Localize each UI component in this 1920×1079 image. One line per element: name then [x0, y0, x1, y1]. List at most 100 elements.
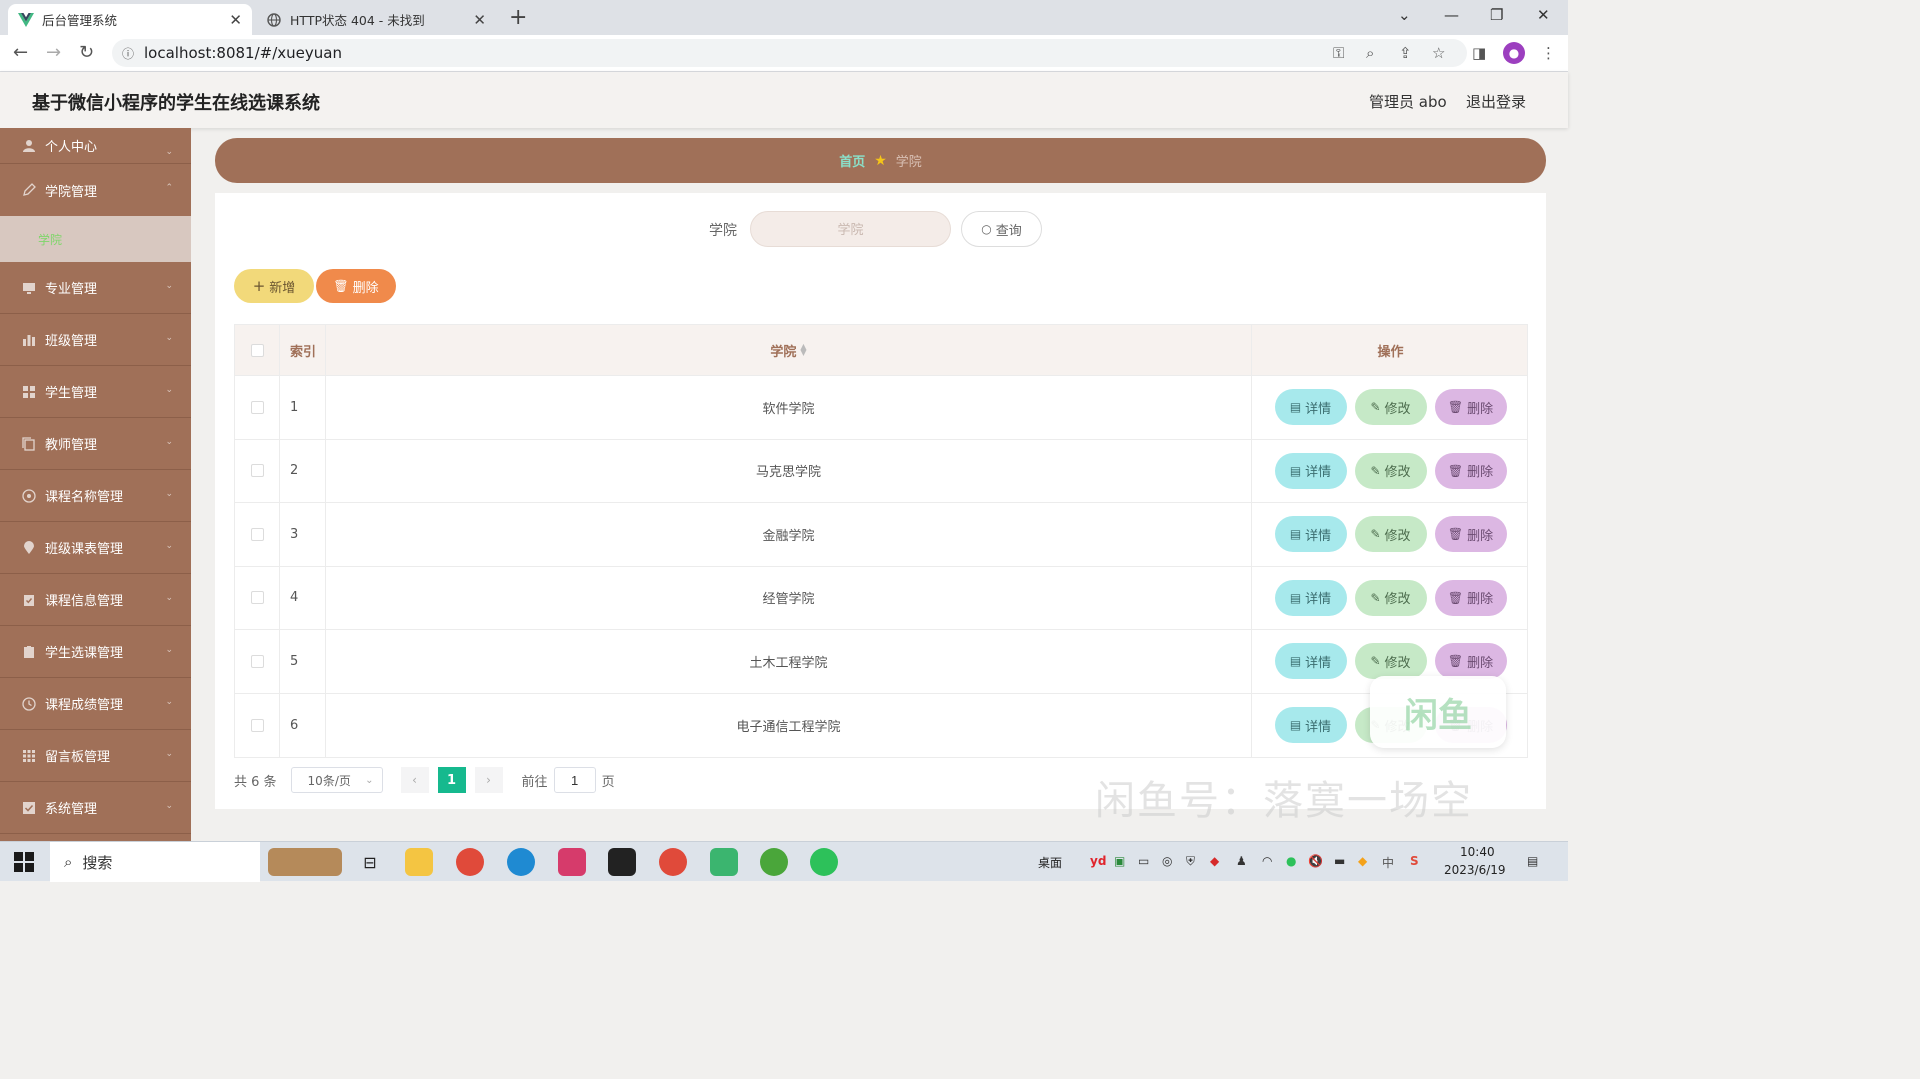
row-checkbox[interactable] — [250, 591, 264, 605]
sidebar-item-major[interactable]: 专业管理 ⌄ — [0, 262, 191, 314]
detail-button[interactable]: ▤ 详情 — [1274, 707, 1347, 744]
close-tab-icon[interactable]: ✕ — [473, 11, 486, 29]
reload-icon[interactable]: ↻ — [79, 42, 94, 63]
wechat-tray-icon[interactable]: ● — [1286, 854, 1296, 868]
tray-app-icon[interactable]: ◎ — [1162, 854, 1172, 868]
select-all-checkbox[interactable] — [250, 343, 264, 357]
goto-page-input[interactable] — [553, 767, 596, 793]
desktop-label[interactable]: 桌面 — [1038, 854, 1062, 871]
edit-button[interactable]: ✎修改 — [1354, 389, 1427, 426]
tray-app-icon[interactable]: ▣ — [1114, 854, 1125, 868]
volume-muted-icon[interactable]: 🔇 — [1308, 854, 1323, 868]
delete-button[interactable]: 🗑删除 — [1434, 516, 1507, 553]
intellij-icon[interactable] — [558, 848, 586, 876]
ime-indicator[interactable]: 中 — [1382, 854, 1394, 871]
delete-button[interactable]: 🗑删除 — [1434, 579, 1507, 616]
battery-icon[interactable]: ▬ — [1334, 854, 1345, 868]
zoom-icon[interactable]: ⌕ — [1366, 44, 1374, 62]
close-window-icon[interactable]: ✕ — [1537, 6, 1550, 24]
new-tab-icon[interactable]: + — [509, 5, 527, 30]
sidebar-item-profile[interactable]: 个人中心 ⌄ — [0, 128, 191, 164]
tab-admin[interactable]: 后台管理系统 ✕ — [8, 4, 252, 35]
row-checkbox[interactable] — [250, 400, 264, 414]
bookmark-star-icon[interactable]: ☆ — [1432, 44, 1445, 62]
edit-button[interactable]: ✎修改 — [1354, 452, 1427, 489]
sidebar-item-class[interactable]: 班级管理 ⌄ — [0, 314, 191, 366]
url-field[interactable]: ⓘ localhost:8081/#/xueyuan — [112, 39, 1467, 67]
wechat-icon[interactable] — [810, 848, 838, 876]
breadcrumb-home[interactable]: 首页 — [839, 151, 865, 170]
terminal-icon[interactable] — [608, 848, 636, 876]
row-checkbox[interactable] — [250, 654, 264, 668]
sidebar-item-class-schedule[interactable]: 班级课表管理 ⌄ — [0, 522, 191, 574]
wifi-icon[interactable]: ◠ — [1262, 854, 1272, 868]
profile-avatar[interactable]: ● — [1503, 42, 1525, 64]
search-highlight-image[interactable] — [268, 848, 342, 876]
delete-button[interactable]: 🗑删除 — [1434, 389, 1507, 426]
windows-start-icon[interactable] — [14, 852, 34, 872]
sidebar-item-teacher[interactable]: 教师管理 ⌄ — [0, 418, 191, 470]
clock-date[interactable]: 2023/6/19 — [1444, 863, 1506, 877]
sidebar-subitem-college[interactable]: 学院 — [0, 216, 191, 262]
detail-button[interactable]: ▤ 详情 — [1274, 579, 1347, 616]
tray-app-icon[interactable]: ◆ — [1358, 854, 1367, 868]
tab-404[interactable]: HTTP状态 404 - 未找到 ✕ — [256, 4, 496, 35]
sogou-icon[interactable]: S — [1410, 854, 1419, 868]
chrome-icon[interactable] — [659, 848, 687, 876]
detail-button[interactable]: ▤ 详情 — [1274, 516, 1347, 553]
notification-icon[interactable]: ▤ — [1527, 854, 1538, 868]
sidebar-item-college[interactable]: 学院管理 ⌃ — [0, 164, 191, 216]
app-icon[interactable] — [760, 848, 788, 876]
shield-icon[interactable]: ⛨ — [1186, 854, 1195, 869]
qq-icon[interactable]: ♟ — [1236, 854, 1247, 868]
delete-button[interactable]: 🗑删除 — [1434, 452, 1507, 489]
detail-button[interactable]: ▤ 详情 — [1274, 643, 1347, 680]
forward-icon[interactable]: → — [46, 42, 61, 63]
page-number-current[interactable]: 1 — [437, 767, 466, 793]
row-checkbox[interactable] — [250, 464, 264, 478]
prev-page-icon[interactable]: ‹ — [400, 767, 429, 793]
clock-time[interactable]: 10:40 — [1460, 845, 1495, 859]
share-icon[interactable]: ⇪ — [1399, 44, 1412, 62]
detail-button[interactable]: ▤ 详情 — [1274, 389, 1347, 426]
back-icon[interactable]: ← — [13, 42, 28, 63]
delete-button[interactable]: 🗑删除 — [1434, 643, 1507, 680]
header-college[interactable]: 学院 ▲ ▼ — [326, 325, 1252, 375]
sidebar-item-student[interactable]: 学生管理 ⌄ — [0, 366, 191, 418]
row-checkbox[interactable] — [250, 527, 264, 541]
chrome-icon[interactable] — [456, 848, 484, 876]
edge-icon[interactable] — [507, 848, 535, 876]
add-button[interactable]: + 新增 — [234, 269, 314, 303]
youdao-icon[interactable]: yd — [1090, 854, 1106, 868]
taskbar-search[interactable]: ⌕ 搜索 — [50, 842, 260, 882]
sidebar-item-system[interactable]: 系统管理 ⌄ — [0, 782, 191, 834]
college-search-input[interactable] — [750, 211, 951, 247]
sidebar-item-course-grade[interactable]: 课程成绩管理 ⌄ — [0, 678, 191, 730]
bulk-delete-button[interactable]: 🗑 删除 — [316, 269, 396, 303]
logout-link[interactable]: 退出登录 — [1466, 91, 1526, 112]
sidebar-item-course-info[interactable]: 课程信息管理 ⌄ — [0, 574, 191, 626]
folder-icon[interactable]: ▭ — [1138, 854, 1149, 868]
menu-kebab-icon[interactable]: ⋮ — [1541, 44, 1556, 62]
edit-button[interactable]: ✎修改 — [1354, 516, 1427, 553]
minimize-icon[interactable]: — — [1444, 6, 1459, 24]
edit-button[interactable]: ✎修改 — [1354, 643, 1427, 680]
file-explorer-icon[interactable] — [405, 848, 433, 876]
sidebar-item-course-name[interactable]: 课程名称管理 ⌄ — [0, 470, 191, 522]
sort-icon[interactable]: ▲ ▼ — [800, 343, 806, 357]
sidebar-item-message-board[interactable]: 留言板管理 ⌄ — [0, 730, 191, 782]
task-view-icon[interactable]: ⊟ — [356, 848, 384, 876]
close-tab-icon[interactable]: ✕ — [229, 11, 242, 29]
key-icon[interactable]: ⚿ — [1333, 44, 1344, 62]
page-size-select[interactable]: 10条/页 ⌄ — [290, 767, 383, 793]
sidebar-item-course-selection[interactable]: 学生选课管理 ⌄ — [0, 626, 191, 678]
tab-search-icon[interactable]: ⌄ — [1398, 6, 1411, 24]
edit-button[interactable]: ✎修改 — [1354, 579, 1427, 616]
row-checkbox[interactable] — [250, 718, 264, 732]
info-icon[interactable]: ⓘ — [122, 45, 134, 62]
tray-app-icon[interactable]: ◆ — [1210, 854, 1219, 868]
wechat-devtools-icon[interactable] — [710, 848, 738, 876]
maximize-icon[interactable]: ❐ — [1490, 6, 1503, 24]
side-panel-icon[interactable]: ◨ — [1472, 44, 1486, 62]
search-button[interactable]: ○ 查询 — [961, 211, 1042, 247]
